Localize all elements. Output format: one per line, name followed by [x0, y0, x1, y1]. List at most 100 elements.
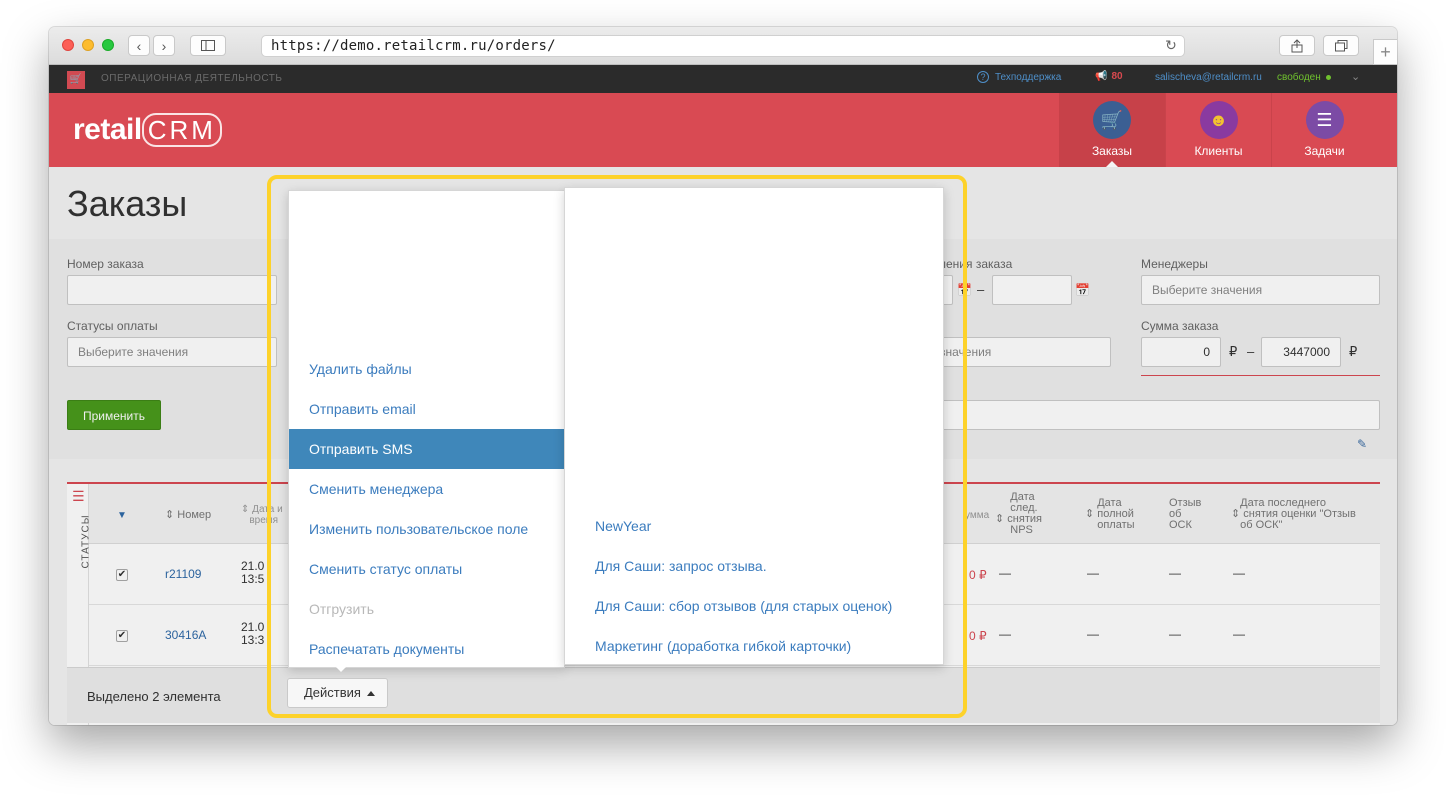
nav-orders[interactable]: 🛒 Заказы: [1059, 93, 1165, 167]
select-all-caret-icon[interactable]: ▼: [117, 510, 127, 521]
th-sum[interactable]: умма: [965, 510, 989, 521]
url-text: https://demo.retailcrm.ru/orders/: [271, 38, 556, 54]
menu-item-edit-custom-field[interactable]: Изменить пользовательское поле: [289, 509, 565, 549]
sidebar-icon: [201, 40, 215, 51]
currency-label: ₽: [1349, 344, 1358, 359]
back-button[interactable]: ‹: [128, 35, 150, 56]
order-osk: —: [1169, 627, 1181, 641]
sms-template-item[interactable]: NewYear: [595, 518, 651, 534]
managers-select[interactable]: Выберите значения: [1141, 275, 1380, 305]
order-date-2: 13:3: [241, 633, 265, 647]
sidebar-toggle-button[interactable]: [190, 35, 226, 56]
order-date-1: 21.0: [241, 620, 265, 634]
selection-count: Выделено 2 элемента: [87, 689, 221, 704]
question-icon: ?: [977, 71, 989, 83]
notifications[interactable]: 📢 80: [1095, 71, 1123, 82]
row-checkbox[interactable]: ✔: [116, 569, 128, 581]
order-pay: —: [1087, 627, 1099, 641]
th-nps[interactable]: Дата след. ⇕ снятия NPS: [995, 492, 1042, 536]
nav-clients[interactable]: ☻ Клиенты: [1165, 93, 1271, 167]
pencil-icon[interactable]: ✎: [1357, 437, 1367, 451]
th-pay[interactable]: Дата ⇕ полной оплаты: [1085, 498, 1135, 531]
order-number-input[interactable]: [67, 275, 277, 305]
order-osk: —: [1169, 566, 1181, 580]
megaphone-icon: 📢: [1095, 71, 1108, 82]
order-number-link[interactable]: r21109: [165, 567, 201, 581]
sms-templates-submenu: NewYear Для Саши: запрос отзыва. Для Саш…: [564, 187, 944, 665]
th-nps-4: NPS: [1010, 524, 1033, 536]
user-status[interactable]: свободен: [1277, 72, 1331, 83]
menu-item-change-manager[interactable]: Сменить менеджера: [289, 469, 565, 509]
order-last: —: [1233, 566, 1245, 580]
cart-icon[interactable]: 🛒: [67, 71, 85, 89]
logo-crm-text: CRM: [141, 113, 222, 147]
close-window-button[interactable]: [62, 39, 74, 51]
minimize-window-button[interactable]: [82, 39, 94, 51]
page-title: Заказы: [67, 183, 188, 224]
actions-dropdown: Удалить файлы Отправить email Отправить …: [288, 190, 565, 668]
chevron-left-icon: ‹: [136, 37, 142, 54]
th-osk[interactable]: Отзыв об ОСК: [1169, 498, 1201, 531]
logo-text: retail: [73, 113, 142, 146]
section-title: ОПЕРАЦИОННАЯ ДЕЯТЕЛЬНОСТЬ: [101, 73, 283, 84]
tasks-icon: ☰: [1305, 101, 1344, 139]
actions-button-label: Действия: [304, 685, 361, 700]
order-date: 21.0 13:3: [241, 621, 264, 647]
cart-icon: 🛒: [1093, 101, 1131, 139]
order-number-link[interactable]: 30416A: [165, 628, 206, 642]
nav-tasks[interactable]: ☰ Задачи: [1271, 93, 1377, 167]
retailcrm-logo[interactable]: retail CRM: [73, 113, 222, 147]
reload-icon[interactable]: ↻: [1165, 36, 1177, 56]
date-to-input[interactable]: [992, 275, 1072, 305]
th-last-3: об ОСК": [1240, 519, 1283, 531]
menu-item-change-payment-status[interactable]: Сменить статус оплаты: [289, 549, 565, 589]
browser-window: ‹ › https://demo.retailcrm.ru/orders/ ↻ …: [49, 27, 1397, 725]
address-bar[interactable]: https://demo.retailcrm.ru/orders/ ↻: [261, 35, 1185, 57]
tabs-button[interactable]: [1323, 35, 1359, 56]
new-tab-button[interactable]: +: [1373, 39, 1397, 65]
sms-template-item[interactable]: Для Саши: сбор отзывов (для старых оцено…: [595, 598, 892, 614]
th-number-label: Номер: [177, 509, 212, 521]
menu-icon[interactable]: ☰: [72, 488, 85, 505]
sms-template-item[interactable]: Маркетинг (доработка гибкой карточки): [595, 638, 851, 654]
sms-template-item[interactable]: Для Саши: запрос отзыва.: [595, 558, 767, 574]
menu-item-delete-files[interactable]: Удалить файлы: [289, 349, 565, 389]
share-icon: [1291, 38, 1303, 52]
menu-item-send-email[interactable]: Отправить email: [289, 389, 565, 429]
crm-topbar: 🛒 ОПЕРАЦИОННАЯ ДЕЯТЕЛЬНОСТЬ ? Техподдержк…: [49, 65, 1397, 93]
calendar-icon[interactable]: 📅: [1075, 283, 1090, 297]
menu-item-ship: Отгрузить: [309, 601, 374, 617]
zoom-window-button[interactable]: [102, 39, 114, 51]
order-last: —: [1233, 627, 1245, 641]
user-email[interactable]: salischeva@retailcrm.ru: [1155, 72, 1262, 83]
date-dash: –: [977, 282, 985, 297]
actions-button[interactable]: Действия: [287, 678, 388, 708]
row-checkbox[interactable]: ✔: [116, 630, 128, 642]
menu-item-send-sms[interactable]: Отправить SMS: [289, 429, 565, 469]
extra-filter-field[interactable]: [929, 400, 1380, 430]
th-number[interactable]: ⇕ Номер: [165, 510, 211, 521]
tabs-icon: [1334, 39, 1347, 51]
order-date-1: 21.0: [241, 559, 265, 573]
order-sum: 0 ₽: [969, 568, 987, 582]
share-button[interactable]: [1279, 35, 1315, 56]
user-status-label: свободен: [1277, 72, 1321, 83]
nav-clients-label: Клиенты: [1194, 144, 1243, 158]
forward-button[interactable]: ›: [153, 35, 175, 56]
support-link[interactable]: ? Техподдержка: [977, 71, 1061, 83]
menu-item-print-documents[interactable]: Распечатать документы: [289, 629, 565, 669]
managers-label: Менеджеры: [1141, 257, 1208, 271]
plus-icon: +: [1380, 41, 1391, 62]
apply-button[interactable]: Применить: [67, 400, 161, 430]
chevron-down-icon[interactable]: ⌄: [1351, 70, 1360, 83]
sum-to-input[interactable]: 3447000: [1261, 337, 1341, 367]
payment-status-select[interactable]: Выберите значения: [67, 337, 277, 367]
payment-status-label: Статусы оплаты: [67, 319, 158, 333]
th-pay-3: оплаты: [1097, 519, 1135, 531]
chevron-right-icon: ›: [161, 37, 167, 54]
th-last[interactable]: Дата последнего ⇕ снятия оценки "Отзыв об…: [1231, 498, 1356, 531]
order-date: 21.0 13:5: [241, 560, 264, 586]
sum-underline: [1141, 375, 1380, 376]
sum-from-input[interactable]: 0: [1141, 337, 1221, 367]
order-sum: 0 ₽: [969, 629, 987, 643]
